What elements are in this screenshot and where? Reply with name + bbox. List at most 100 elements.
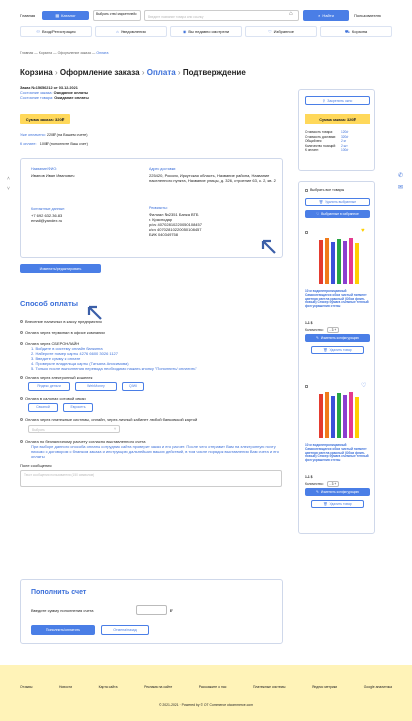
chat-icon[interactable]: ✉ [398, 184, 403, 191]
viewed-label: Вы недавно смотрели [188, 29, 230, 34]
topup-pay-button[interactable]: Пополнить/оплатить [31, 625, 95, 635]
product-title[interactable]: 10 м водонепроницаемый Самоклеющиеся обо… [305, 443, 370, 463]
item-checkbox[interactable] [305, 231, 308, 234]
checkbox[interactable] [305, 188, 308, 192]
select-placeholder: Выбрать [32, 428, 45, 432]
grid-icon: ▦ [55, 13, 60, 18]
delete-selected-button[interactable]: 🗑 Удалить выбранные [305, 198, 370, 206]
topup-cancel-button[interactable]: Отмена/назад [101, 625, 149, 635]
user-nav: ⚇ Вход/Регистрация ⌂ Уведомления ◉ Вы недав… [20, 26, 392, 37]
trash-icon: 🗑 [318, 200, 324, 204]
footer: Отзывы Новости Карта сайта Реклама на са… [0, 665, 412, 721]
change-config-button[interactable]: ✎ Изменить конфигурацию [305, 334, 370, 342]
marketplace-select[interactable]: Выбрать стек/ маркетплейс [93, 10, 141, 21]
quantity-stepper[interactable]: - 3 + [326, 481, 340, 487]
quantity-stepper[interactable]: - 3 + [326, 327, 340, 333]
pin-window-button[interactable]: ⚲ Закрепить окно [305, 96, 370, 105]
favorites-button[interactable]: ♡ Избранное [245, 26, 317, 37]
payment-option-salon[interactable]: Оплата в салонах сотовой связи [20, 396, 285, 401]
webmoney-button[interactable]: WebMoney [75, 382, 117, 391]
goods-status-label: Состояние товара: [20, 96, 54, 100]
radio[interactable] [20, 440, 23, 444]
svyaznoy-button[interactable]: Связной [28, 403, 58, 412]
edit-info-button[interactable]: Изменить/редактировать [20, 264, 101, 273]
payment-option-terminal[interactable]: Оплата через терминал в офисе компании [20, 330, 285, 335]
address-value: 225420, Россия, Иркутская область, Назва… [149, 173, 276, 183]
message-textarea[interactable]: Текст сообщения пользователя (150 символ… [20, 470, 282, 487]
notifications-label: Уведомления [120, 29, 146, 34]
product-image[interactable] [315, 388, 365, 440]
heart-icon: ♡ [268, 29, 272, 34]
cursor-arrow-icon [261, 239, 276, 254]
footer-link[interactable]: Реклама на сайте [144, 685, 172, 689]
requisites-value: Филиал №2351 Банка ВТБ г. Краснодар р/сч… [149, 212, 202, 237]
topup-amount-input[interactable] [136, 605, 167, 615]
user-menu[interactable]: Пользователю [354, 13, 381, 18]
radio[interactable] [20, 331, 23, 335]
cart-button[interactable]: ⛟ Корзина [320, 26, 392, 37]
phone-icon[interactable]: ✆ [398, 172, 403, 179]
radio[interactable] [20, 320, 23, 324]
yandex-money-button[interactable]: Яндекс деньги [28, 382, 70, 391]
contacts-label: Контактные данные: [31, 207, 66, 211]
payment-system-select[interactable]: Выбрать ˅ [28, 425, 120, 433]
option-label: Оплата через терминал в офисе компании [25, 330, 105, 335]
title-payment: Оплата [146, 68, 176, 77]
radio[interactable] [20, 397, 23, 401]
viewed-button[interactable]: ◉ Вы недавно смотрели [170, 26, 242, 37]
footer-link[interactable]: Яндекс метрики [312, 685, 337, 689]
crumb-checkout[interactable]: Оформление заказа [58, 51, 91, 55]
favorites-selected-button[interactable]: ♡ Выбранные в избранное [305, 210, 370, 218]
radio[interactable] [20, 376, 23, 380]
search-label: Найти [322, 13, 334, 18]
title-cart[interactable]: Корзина [20, 68, 53, 77]
search-button[interactable]: ⌕ Найти [303, 10, 349, 21]
delete-item-button[interactable]: 🗑 Удалить товар [311, 500, 364, 508]
footer-link[interactable]: Новости [59, 685, 72, 689]
radio[interactable] [20, 342, 23, 346]
title-checkout[interactable]: Оформление заказа [60, 68, 140, 77]
crumb-home[interactable]: Главная [20, 51, 33, 55]
notifications-button[interactable]: ⌂ Уведомления [95, 26, 167, 37]
email-value: email@yandex.ru [31, 218, 63, 223]
footer-link[interactable]: Карта сайта [99, 685, 118, 689]
chevron-down-icon[interactable]: ˅ [7, 186, 10, 192]
chevron-up-icon[interactable]: ˄ [7, 176, 10, 182]
footer-link[interactable]: Отзывы [20, 685, 32, 689]
change-config-label: Изменить конфигурацию [320, 336, 359, 340]
payment-option-cash[interactable]: Внесение наличных в кассу предприятия [20, 319, 285, 324]
payment-option-online[interactable]: Оплата через платежные системы, онлайн, … [20, 417, 285, 422]
quantity-label: Количество: [305, 482, 324, 486]
euroset-button[interactable]: Евросеть [63, 403, 93, 412]
search-input[interactable]: Введите название товара или ссылку [144, 10, 299, 21]
login-button[interactable]: ⚇ Вход/Регистрация [20, 26, 92, 37]
quantity-row: Количество: - 3 + [305, 481, 340, 487]
topay-label: К оплате: [20, 142, 37, 146]
crumb-payment: Оплата [96, 51, 109, 55]
footer-link[interactable]: Расскажите о нас [199, 685, 227, 689]
catalog-button[interactable]: ▦ Каталог [42, 11, 89, 20]
product-title[interactable]: 10 м водонепроницаемый Самоклеющиеся обо… [305, 289, 370, 309]
crumb-cart[interactable]: Корзина [39, 51, 52, 55]
item-checkbox[interactable] [305, 385, 308, 388]
pin-icon: ⚲ [322, 98, 326, 103]
heart-icon: ♡ [316, 212, 320, 216]
footer-link[interactable]: Платежные системы [253, 685, 285, 689]
search-icon: ⌕ [318, 13, 321, 18]
payment-summary: Уже оплачено: 220₽ (на Вашем счете) К оп… [20, 131, 88, 149]
home-link[interactable]: Главная [20, 13, 35, 18]
delete-item-button[interactable]: 🗑 Удалить товар [311, 346, 364, 354]
product-image[interactable] [315, 234, 365, 286]
summary-rows: Стоимость товара: 120₽ Стоимость доставки… [305, 130, 370, 153]
qiwi-button[interactable]: QIWI [122, 382, 144, 391]
footer-link[interactable]: Google аналитика [364, 685, 392, 689]
camera-icon[interactable]: ⌂ [289, 11, 293, 17]
title-confirm[interactable]: Подтверждение [183, 68, 246, 77]
topay-value: 100₽ (пополните Ваш счет) [39, 142, 88, 146]
select-all-checkbox[interactable]: Выбрать все товары [305, 188, 344, 192]
change-config-button[interactable]: ✎ Изменить конфигурацию [305, 488, 370, 496]
requisites-label: Реквизиты: [149, 206, 168, 210]
sber-step: 5. Только после выполнения перевода необ… [31, 366, 197, 371]
radio[interactable] [20, 418, 23, 422]
payment-option-wallet[interactable]: Оплата через электронный кошелек [20, 375, 285, 380]
